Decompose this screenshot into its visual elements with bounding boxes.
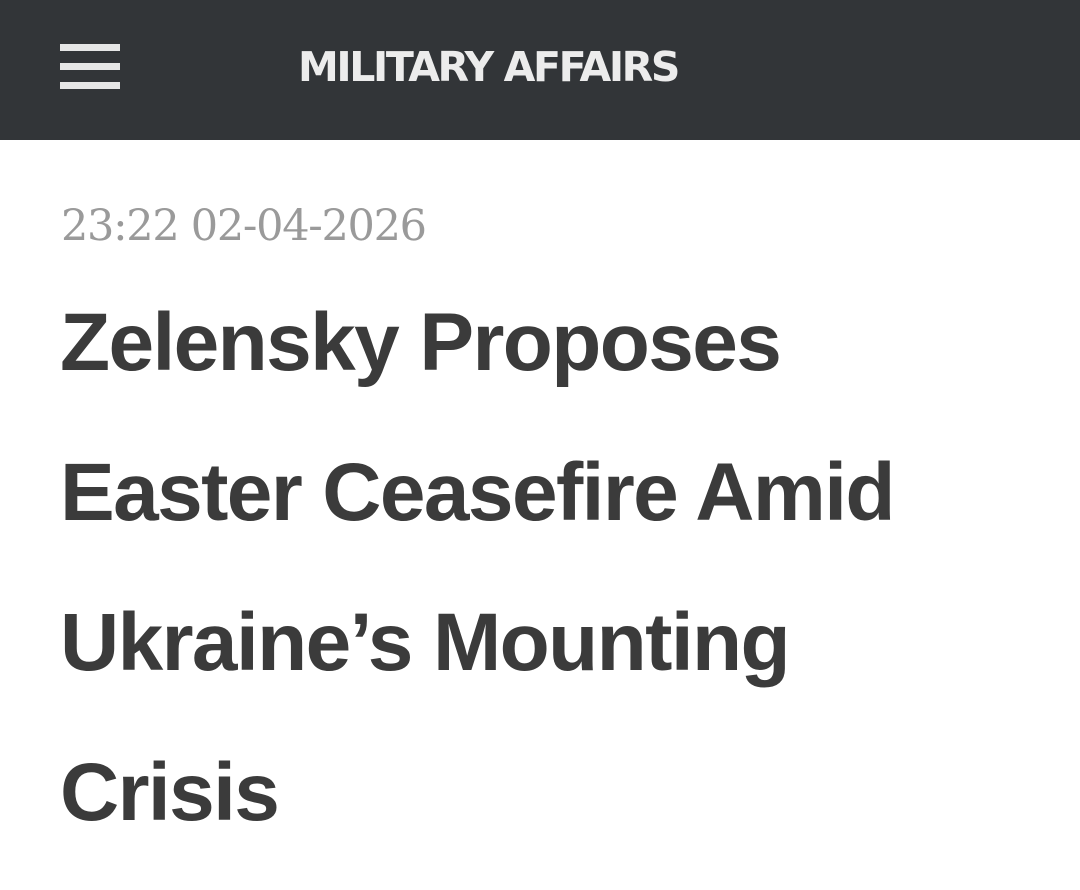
top-navigation-bar: MILITARY AFFAIRS bbox=[0, 0, 1080, 140]
article-headline: Zelensky Proposes Easter Ceasefire Amid … bbox=[60, 290, 1060, 890]
headline-line-1: Zelensky Proposes bbox=[60, 297, 782, 388]
menu-line-top bbox=[60, 44, 120, 51]
site-logo[interactable]: MILITARY AFFAIRS bbox=[298, 37, 680, 97]
menu-line-bottom bbox=[60, 82, 120, 89]
headline-line-3: Ukraine’s Mounting bbox=[60, 597, 791, 688]
hamburger-menu-button[interactable] bbox=[56, 38, 124, 94]
headline-line-2: Easter Ceasefire Amid bbox=[60, 447, 895, 538]
menu-line-middle bbox=[60, 63, 120, 70]
article-timestamp: 23:22 02-04-2026 bbox=[61, 201, 427, 251]
headline-line-4: Crisis bbox=[60, 747, 280, 838]
